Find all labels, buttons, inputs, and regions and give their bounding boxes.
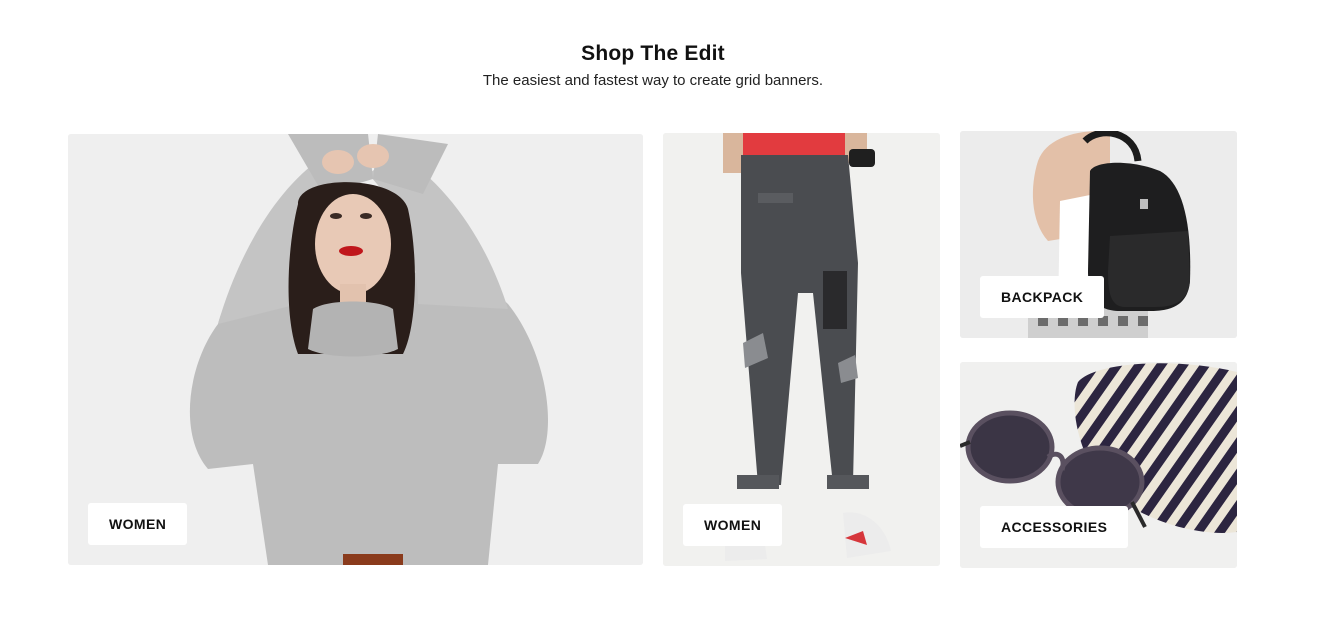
woman-grey-sweater-photo [68, 134, 643, 565]
banner-label: ACCESSORIES [980, 506, 1129, 548]
section-title: Shop The Edit [581, 42, 725, 65]
banner-backpack[interactable]: BACKPACK [960, 131, 1237, 338]
section-heading: Shop The Edit The easiest and fastest wa… [0, 42, 1306, 89]
banner-label: WOMEN [683, 504, 783, 546]
shop-the-edit-section: Shop The Edit The easiest and fastest wa… [0, 0, 1330, 628]
banner-label: BACKPACK [980, 276, 1105, 318]
banner-women-jeans[interactable]: WOMEN [663, 133, 940, 566]
banner-accessories[interactable]: ACCESSORIES [960, 362, 1237, 568]
banner-women-sweater[interactable]: WOMEN [68, 134, 643, 565]
ripped-jeans-photo [663, 133, 940, 566]
section-subtitle: The easiest and fastest way to create gr… [482, 72, 824, 89]
banner-label: WOMEN [88, 503, 188, 545]
